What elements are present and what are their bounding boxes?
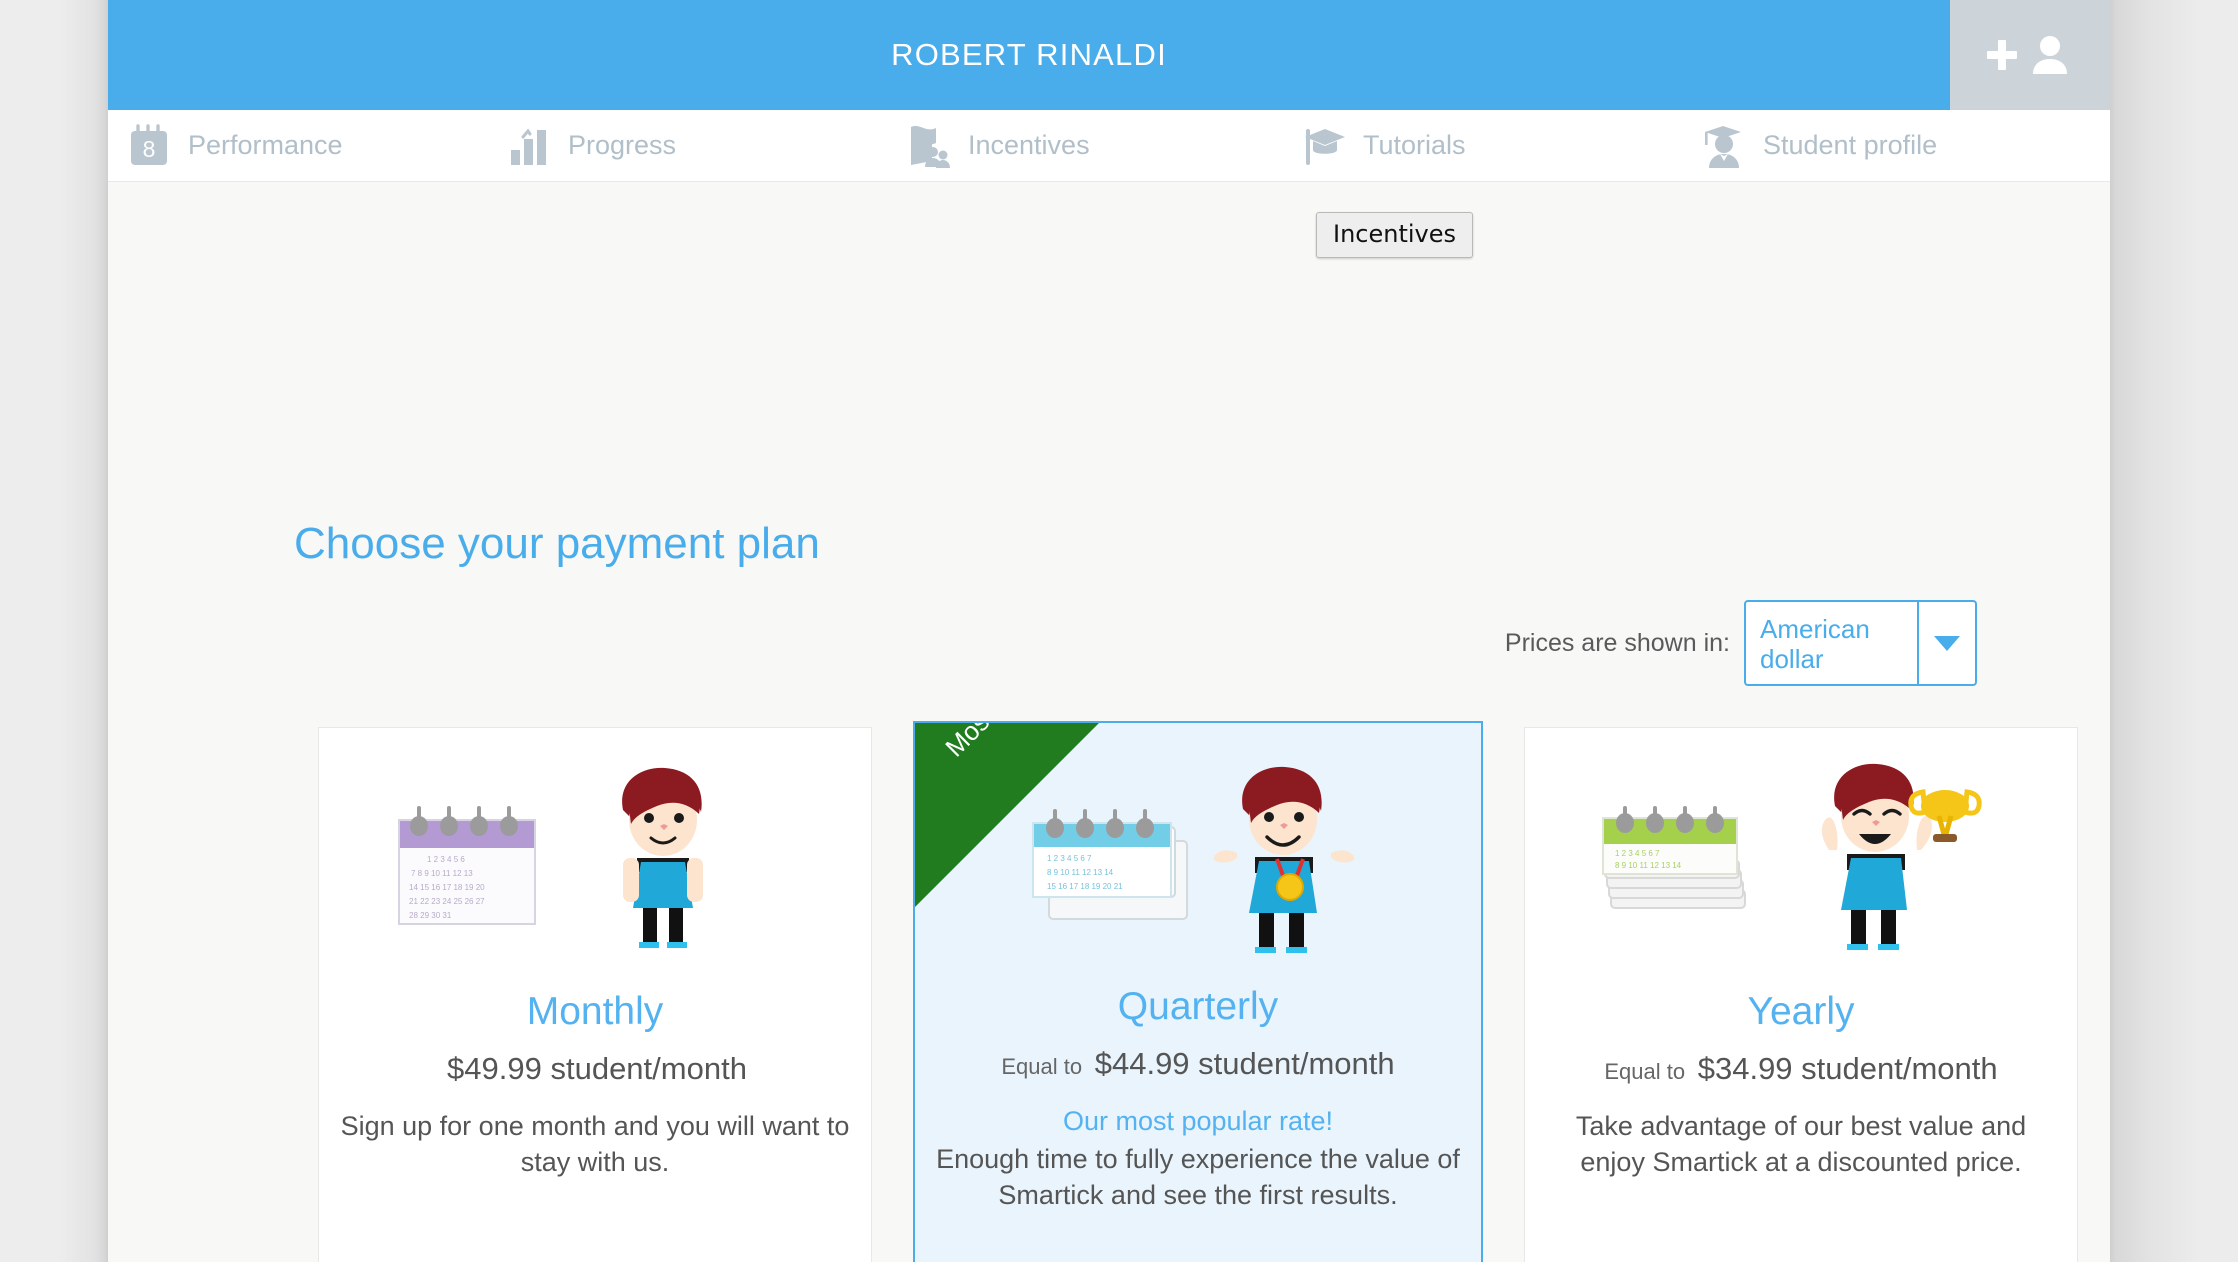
nav-item-tutorials[interactable]: Tutorials (1301, 110, 1701, 182)
svg-text:14 15 16 17 18 19 20: 14 15 16 17 18 19 20 (409, 883, 485, 892)
plan-desc-text-yearly: Take advantage of our best value and enj… (1575, 1111, 2027, 1177)
plan-price-value-quarterly: $44.99 student/month (1094, 1046, 1395, 1081)
calendar-stack-green-icon: 1 2 3 4 5 6 7 8 9 10 11 12 13 14 (1597, 802, 1765, 942)
plan-desc-yearly: Take advantage of our best value and enj… (1525, 1109, 2077, 1181)
main-content: Choose your payment plan Prices are show… (108, 182, 2110, 1262)
calendar-single-purple-icon: 1 2 3 4 5 6 7 8 9 10 11 12 13 14 15 16 1… (391, 802, 543, 934)
plan-name-quarterly: Quarterly (1117, 985, 1279, 1028)
currency-select[interactable]: American dollar (1744, 600, 1977, 686)
plan-desc-text-quarterly: Enough time to fully experience the valu… (936, 1143, 1460, 1210)
graduation-cap-flag-icon (1301, 123, 1347, 169)
plan-name-yearly: Yearly (1747, 990, 1855, 1033)
plan-price-value-yearly: $34.99 student/month (1697, 1051, 1998, 1086)
nav-item-performance[interactable]: 8 Performance (126, 110, 506, 182)
nav-label-tutorials: Tutorials (1363, 130, 1466, 160)
graduate-avatar-icon (1701, 123, 1747, 169)
plus-icon (1987, 40, 2017, 70)
desktop-background: ROBERT RINALDI 8 Performance Progress In… (0, 0, 2238, 1262)
plan-cards-container: 1 2 3 4 5 6 7 8 9 10 11 12 13 14 15 16 1… (318, 721, 2108, 1262)
flag-people-icon (906, 123, 952, 169)
currency-label: Prices are shown in: (1504, 628, 1730, 657)
plan-art-yearly: 1 2 3 4 5 6 7 8 9 10 11 12 13 14 (1525, 748, 2077, 972)
plan-card-yearly[interactable]: 1 2 3 4 5 6 7 8 9 10 11 12 13 14 Yearly … (1524, 727, 2078, 1262)
top-header-bar: ROBERT RINALDI (108, 0, 2110, 110)
student-name-title: ROBERT RINALDI (891, 37, 1167, 72)
kid-trophy-icon (1793, 758, 1989, 958)
plan-desc-text-monthly: Sign up for one month and you will want … (340, 1111, 850, 1177)
plan-name-monthly: Monthly (526, 990, 664, 1033)
nav-label-incentives: Incentives (968, 130, 1090, 160)
nav-item-incentives[interactable]: Incentives (906, 110, 1301, 182)
nav-item-student-profile[interactable]: Student profile (1701, 110, 2101, 182)
svg-text:7 8 9 10 11 12 13: 7 8 9 10 11 12 13 (411, 869, 473, 878)
svg-text:1 2 3 4 5 6 7: 1 2 3 4 5 6 7 (1615, 849, 1660, 858)
main-navigation: 8 Performance Progress Incentives Tutori… (108, 110, 2110, 182)
currency-selected-value: American dollar (1760, 614, 1870, 675)
most-popular-ribbon (915, 723, 1099, 907)
bar-chart-icon (506, 123, 552, 169)
svg-text:21 22 23 24 25 26 27: 21 22 23 24 25 26 27 (409, 897, 485, 906)
plan-desc-quarterly: Our most popular rate! Enough time to fu… (915, 1104, 1481, 1214)
plan-art-monthly: 1 2 3 4 5 6 7 8 9 10 11 12 13 14 15 16 1… (319, 748, 871, 972)
add-student-button[interactable] (1950, 0, 2110, 110)
svg-text:8 9 10 11 12 13 14: 8 9 10 11 12 13 14 (1615, 861, 1682, 870)
plan-price-quarterly: Equal to $44.99 student/month (915, 1046, 1481, 1082)
svg-text:8: 8 (143, 136, 156, 162)
plan-highlight-quarterly: Our most popular rate! (1062, 1106, 1334, 1136)
nav-label-performance: Performance (188, 130, 343, 160)
plan-card-quarterly[interactable]: Most popular 11 12 13 14 15 16 17 18 19 … (913, 721, 1483, 1262)
plan-price-monthly: $49.99 student/month (319, 1051, 871, 1087)
svg-text:1 2 3 4 5 6: 1 2 3 4 5 6 (427, 855, 465, 864)
kid-medal-icon (1197, 759, 1377, 959)
currency-selector-row: Prices are shown in: American dollar (1505, 600, 1977, 686)
plan-equalto-quarterly: Equal to (1001, 1054, 1083, 1079)
currency-dropdown-toggle[interactable] (1917, 602, 1975, 684)
nav-label-progress: Progress (568, 130, 677, 160)
page-title: Choose your payment plan (294, 519, 820, 568)
plan-price-value-monthly: $49.99 student/month (447, 1051, 747, 1086)
nav-item-progress[interactable]: Progress (506, 110, 906, 182)
person-icon (2033, 36, 2067, 74)
kid-standing-icon (587, 758, 739, 958)
chevron-down-icon (1934, 635, 1960, 651)
plan-price-yearly: Equal to $34.99 student/month (1525, 1051, 2077, 1087)
nav-tooltip: Incentives (1316, 212, 1474, 258)
nav-label-student-profile: Student profile (1763, 130, 1938, 160)
browser-page: ROBERT RINALDI 8 Performance Progress In… (108, 0, 2110, 1262)
plan-equalto-yearly: Equal to (1604, 1059, 1686, 1084)
calendar-8-icon: 8 (126, 123, 172, 169)
plan-desc-monthly: Sign up for one month and you will want … (319, 1109, 871, 1181)
plan-card-monthly[interactable]: 1 2 3 4 5 6 7 8 9 10 11 12 13 14 15 16 1… (318, 727, 872, 1262)
svg-text:28 29 30 31: 28 29 30 31 (409, 911, 452, 920)
